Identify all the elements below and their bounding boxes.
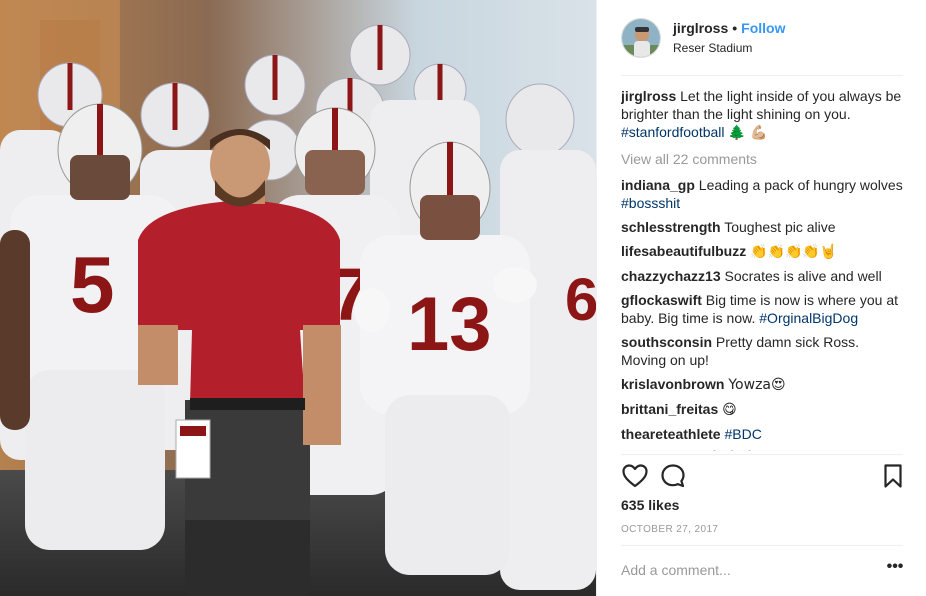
post-actions [621,462,911,492]
add-comment-input[interactable] [621,558,877,582]
comment-box-divider [621,545,903,546]
post-side-panel: jirglross • Follow Reser Stadium jirglross… [596,0,926,596]
comment-item: lifesabeautifulbuzz 👏👏👏👏🤘 [621,242,903,261]
comment-text: Toughest pic alive [724,219,836,235]
avatar[interactable] [621,18,661,58]
view-all-comments-link[interactable]: View all 22 comments [621,150,903,168]
team-walkout-image: 6 5 7 13 [0,0,596,596]
comment-item: chazzychazz13 Socrates is alive and well [621,267,903,285]
bookmark-icon[interactable] [879,462,907,490]
follow-button[interactable]: Follow [741,20,785,36]
comment-username[interactable]: krislavonbrown [621,376,724,392]
comment-username[interactable]: gflockaswift [621,292,702,308]
header-line: jirglross • Follow [673,19,785,37]
comment-username[interactable]: theareteathlete [621,426,721,442]
post-photo[interactable]: 6 5 7 13 [0,0,596,596]
comment-username[interactable]: lifesabeautifulbuzz [621,243,746,259]
comment-username[interactable]: indiana_gp [621,177,695,193]
comment-text: 😋 [722,402,737,418]
svg-text:5: 5 [70,240,115,329]
header-divider [621,75,903,76]
comment-item: indiana_gp Leading a pack of hungry wolv… [621,176,903,212]
comment-hashtag[interactable]: #bossshit [621,195,680,211]
comments-list[interactable]: jirglross Let the light inside of you al… [621,87,903,451]
caption-hashtag[interactable]: #stanfordfootball [621,124,725,140]
header-text: jirglross • Follow Reser Stadium [673,19,785,57]
comment-item: gflockaswift Big time is now is where yo… [621,291,903,327]
actions-divider [621,454,903,455]
more-options-icon[interactable]: ••• [885,559,905,580]
post-header: jirglross • Follow Reser Stadium [621,16,911,60]
caption-username[interactable]: jirglross [621,88,676,104]
likes-count[interactable]: 635 likes [621,497,679,513]
caption-emoji: 🌲 💪🏼 [728,125,768,141]
comment-text: Yowza😍 [728,377,786,393]
heart-icon[interactable] [621,462,649,490]
comment-username[interactable]: chazzychazz13 [621,268,721,284]
post-caption: jirglross Let the light inside of you al… [621,87,903,142]
comment-text: Leading a pack of hungry wolves [698,177,903,193]
svg-text:13: 13 [407,282,492,367]
comment-text: Socrates is alive and well [724,268,882,284]
comment-username[interactable]: schlesstrength [621,219,721,235]
comment-item: theareteathlete #BDC [621,425,903,443]
comment-username[interactable]: southsconsin [621,334,712,350]
svg-text:6: 6 [565,266,596,333]
comment-username[interactable]: brittani_freitas [621,401,718,417]
comment-item: brittani_freitas 😋 [621,400,903,419]
comment-item: southsconsin Pretty damn sick Ross. Movi… [621,333,903,369]
comment-hashtag[interactable]: #OrginalBigDog [759,310,858,326]
comment-hashtag[interactable]: #BDC [724,426,761,442]
instagram-post: 6 5 7 13 jirglross • Follow Reser Stadiu… [0,0,926,596]
comment-item: schlesstrength Toughest pic alive [621,218,903,236]
comment-item: krislavonbrown Yowza😍 [621,375,903,394]
comment-icon[interactable] [659,462,687,490]
header-separator: • [732,20,738,36]
avatar-image [622,19,660,57]
comment-text: 👏👏👏👏🤘 [750,244,838,260]
comment-username[interactable]: jeromemaye [621,450,703,451]
post-date: OCTOBER 27, 2017 [621,524,719,535]
location-link[interactable]: Reser Stadium [673,39,785,57]
comment-item: jeromemaye 🔥🔥🔥 [621,449,903,451]
header-username[interactable]: jirglross [673,20,728,36]
